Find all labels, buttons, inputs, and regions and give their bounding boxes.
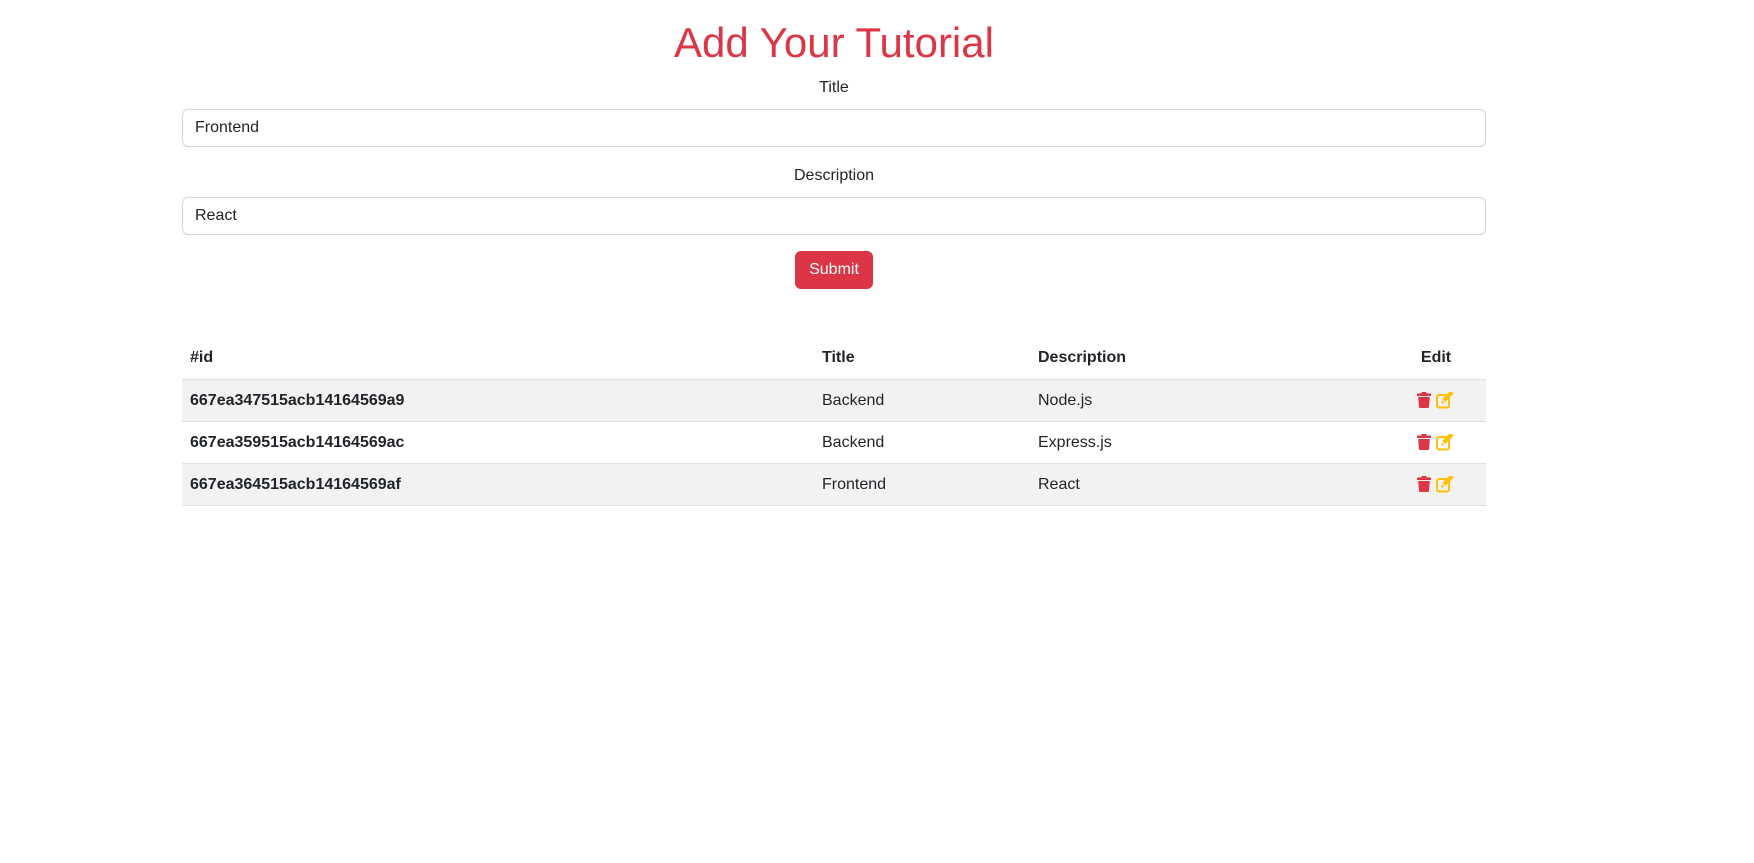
page-title: Add Your Tutorial	[674, 19, 994, 66]
table-row: 667ea347515acb14164569a9 Backend Node.js	[182, 379, 1486, 422]
row-title: Backend	[814, 421, 1030, 464]
main-container: Add Your Tutorial Title Description Subm…	[182, 0, 1486, 506]
submit-button[interactable]: Submit	[795, 251, 873, 289]
row-id: 667ea347515acb14164569a9	[182, 379, 814, 422]
pen-to-square-icon[interactable]	[1435, 390, 1455, 409]
row-actions	[1386, 379, 1486, 422]
header-description: Description	[1030, 337, 1386, 380]
row-id: 667ea364515acb14164569af	[182, 463, 814, 506]
description-input[interactable]	[182, 197, 1486, 235]
header-id: #id	[182, 337, 814, 380]
tutorials-table: #id Title Description Edit 667ea347515ac…	[182, 337, 1486, 506]
header-edit: Edit	[1386, 337, 1486, 380]
row-title: Backend	[814, 379, 1030, 422]
row-description: React	[1030, 463, 1386, 506]
title-label: Title	[819, 79, 849, 96]
row-actions	[1386, 421, 1486, 464]
row-actions	[1386, 463, 1486, 506]
row-id: 667ea359515acb14164569ac	[182, 421, 814, 464]
description-label: Description	[793, 167, 875, 184]
table-header-row: #id Title Description Edit	[182, 337, 1486, 380]
trash-icon[interactable]	[1417, 434, 1432, 451]
table-row: 667ea359515acb14164569ac Backend Express…	[182, 421, 1486, 464]
submit-wrapper: Submit	[182, 251, 1486, 289]
pen-to-square-icon[interactable]	[1435, 474, 1455, 493]
page: Add Your Tutorial Title Description Subm…	[0, 0, 1754, 863]
row-description: Express.js	[1030, 421, 1386, 464]
pen-to-square-icon[interactable]	[1435, 432, 1455, 451]
title-input[interactable]	[182, 109, 1486, 147]
table-row: 667ea364515acb14164569af Frontend React	[182, 463, 1486, 506]
trash-icon[interactable]	[1417, 476, 1432, 493]
header-title: Title	[814, 337, 1030, 380]
row-description: Node.js	[1030, 379, 1386, 422]
trash-icon[interactable]	[1417, 392, 1432, 409]
row-title: Frontend	[814, 463, 1030, 506]
